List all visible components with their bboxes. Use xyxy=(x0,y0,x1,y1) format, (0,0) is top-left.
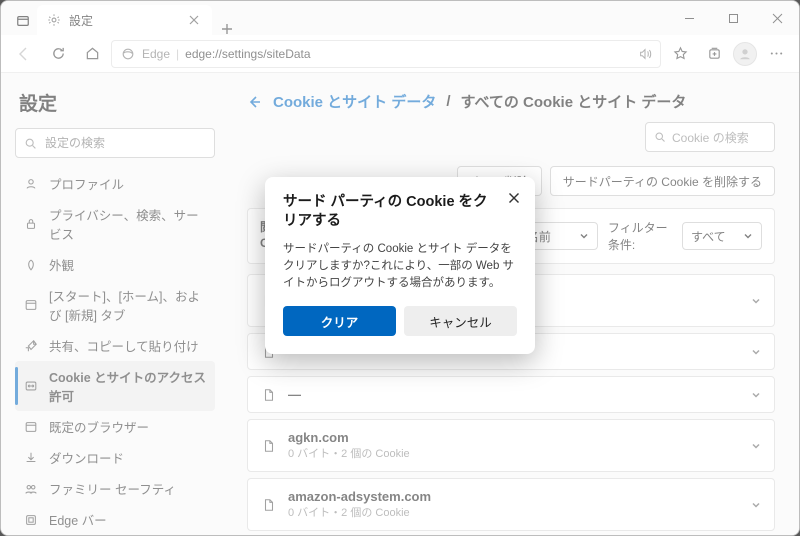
dialog-cancel-button[interactable]: キャンセル xyxy=(404,306,517,336)
dialog-clear-button[interactable]: クリア xyxy=(283,306,396,336)
dialog-body: サードパーティの Cookie とサイト データをクリアしますか?これにより、一… xyxy=(283,241,517,293)
dialog-title: サード パーティの Cookie をクリアする xyxy=(283,193,517,231)
clear-thirdparty-cookies-dialog: サード パーティの Cookie をクリアする サードパーティの Cookie … xyxy=(265,177,535,354)
dialog-buttons: クリア キャンセル xyxy=(283,306,517,336)
dialog-close-button[interactable] xyxy=(503,187,525,209)
dialog-scrim: サード パーティの Cookie をクリアする サードパーティの Cookie … xyxy=(1,1,799,535)
browser-window: 設定 Edge | edge://settings/siteData xyxy=(0,0,800,536)
